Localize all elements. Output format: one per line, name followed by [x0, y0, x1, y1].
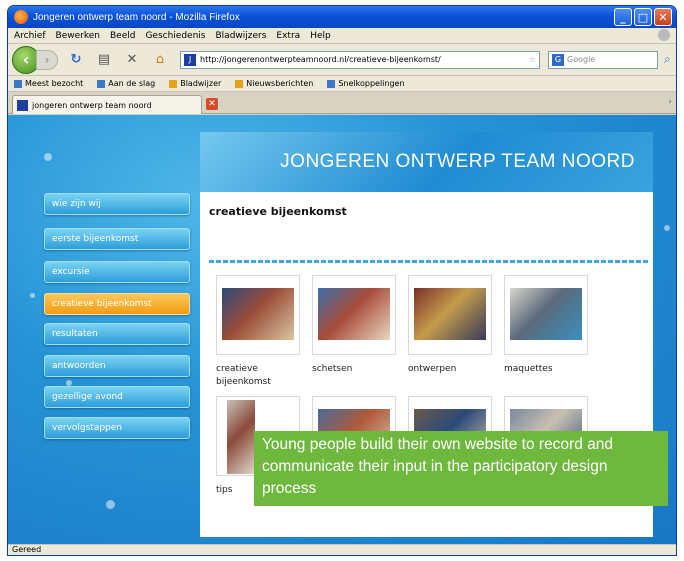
bokeh-dot [30, 293, 35, 298]
bookmark-page-icon[interactable]: ▤ [94, 50, 114, 70]
google-icon: G [552, 53, 564, 66]
bokeh-dot [106, 500, 115, 509]
bookmark-item[interactable]: Snelkoppelingen [327, 79, 405, 88]
tab-list-icon[interactable]: › [668, 97, 672, 107]
tab-favicon-icon [17, 99, 28, 111]
bookmark-item[interactable]: Aan de slag [97, 79, 155, 88]
bookmark-icon [14, 79, 22, 88]
bookmark-icon [169, 79, 178, 88]
gallery-thumbnail[interactable] [312, 275, 396, 355]
nav-gezellige-avond[interactable]: gezellige avond [44, 386, 190, 408]
menu-bewerken[interactable]: Bewerken [56, 31, 100, 41]
bokeh-dot [44, 153, 52, 161]
bookmark-icon [97, 79, 106, 88]
dotted-divider [209, 260, 649, 263]
menu-beeld[interactable]: Beeld [110, 31, 135, 41]
window-controls: _ □ ✕ [614, 8, 672, 26]
status-text: Gereed [12, 545, 42, 554]
reload-icon[interactable]: ↻ [66, 50, 86, 70]
address-bar[interactable]: J http://jongerenontwerpteamnoord.nl/cre… [180, 50, 540, 69]
nav-resultaten[interactable]: resultaten [44, 323, 190, 345]
gallery-photo [414, 288, 486, 340]
nav-vervolgstappen[interactable]: vervolgstappen [44, 417, 190, 439]
gallery-thumbnail[interactable] [408, 275, 492, 355]
bookmarks-toolbar: Meest bezocht Aan de slag Bladwijzer Nie… [8, 76, 676, 92]
bookmark-icon [235, 79, 244, 88]
bokeh-dot [664, 225, 670, 231]
gallery-thumbnail[interactable] [216, 275, 300, 355]
minimize-button[interactable]: _ [614, 8, 632, 26]
site-title: JONGEREN ONTWERP TEAM NOORD [280, 151, 635, 172]
gallery-caption[interactable]: maquettes [504, 363, 588, 376]
nav-wie-zijn-wij[interactable]: wie zijn wij [44, 193, 190, 215]
search-icon[interactable]: ⌕ [664, 52, 671, 67]
caption-overlay: Young people build their own website to … [254, 431, 668, 506]
maximize-button[interactable]: □ [634, 8, 652, 26]
bookmark-item[interactable]: Meest bezocht [14, 79, 83, 88]
bookmark-star-icon[interactable]: ☆ [529, 55, 539, 64]
close-button[interactable]: ✕ [654, 8, 672, 26]
page-heading: creatieve bijeenkomst [209, 205, 347, 218]
nav-excursie[interactable]: excursie [44, 261, 190, 283]
nav-antwoorden[interactable]: antwoorden [44, 355, 190, 377]
menu-bladwijzers[interactable]: Bladwijzers [216, 31, 267, 41]
gallery-photo [222, 288, 294, 340]
gallery-photo [227, 400, 255, 474]
nav-creatieve-bijeenkomst[interactable]: creatieve bijeenkomst [44, 293, 190, 315]
site-banner: JONGEREN ONTWERP TEAM NOORD [200, 132, 653, 192]
firefox-icon [14, 10, 28, 24]
navigation-toolbar: ‹ › ↻ ▤ ✕ ⌂ J http://jongerenontwerpteam… [8, 44, 676, 76]
throbber-icon [658, 29, 670, 41]
tab-bar: jongeren ontwerp team noord ✕ › [8, 92, 676, 114]
menu-geschiedenis[interactable]: Geschiedenis [145, 31, 205, 41]
menu-extra[interactable]: Extra [276, 31, 300, 41]
gallery-caption[interactable]: creatieve bijeenkomst [216, 363, 300, 389]
gallery-caption[interactable]: ontwerpen [408, 363, 492, 376]
title-bar: Jongeren ontwerp team noord - Mozilla Fi… [8, 6, 676, 28]
menu-archief[interactable]: Archief [14, 31, 46, 41]
bookmark-item[interactable]: Nieuwsberichten [235, 79, 313, 88]
gallery-thumbnail[interactable] [504, 275, 588, 355]
stop-icon[interactable]: ✕ [122, 50, 142, 70]
search-placeholder: Google [567, 55, 596, 64]
status-bar: Gereed [8, 544, 676, 555]
bookmark-icon [327, 79, 336, 88]
home-icon[interactable]: ⌂ [150, 50, 170, 70]
site-favicon-icon: J [184, 53, 196, 66]
tab-label: jongeren ontwerp team noord [32, 100, 152, 110]
nav-eerste-bijeenkomst[interactable]: eerste bijeenkomst [44, 228, 190, 250]
forward-button[interactable]: › [36, 49, 58, 70]
gallery-photo [510, 288, 582, 340]
bookmark-item[interactable]: Bladwijzer [169, 79, 221, 88]
tab-close-icon[interactable]: ✕ [206, 98, 218, 110]
url-text: http://jongerenontwerpteamnoord.nl/creat… [200, 55, 441, 64]
gallery-caption[interactable]: schetsen [312, 363, 396, 376]
menu-bar: Archief Bewerken Beeld Geschiedenis Blad… [8, 28, 676, 44]
tab-active[interactable]: jongeren ontwerp team noord [12, 95, 202, 114]
search-input[interactable]: G Google [548, 50, 658, 69]
gallery-photo [318, 288, 390, 340]
menu-help[interactable]: Help [310, 31, 331, 41]
window-title: Jongeren ontwerp team noord - Mozilla Fi… [33, 11, 240, 23]
